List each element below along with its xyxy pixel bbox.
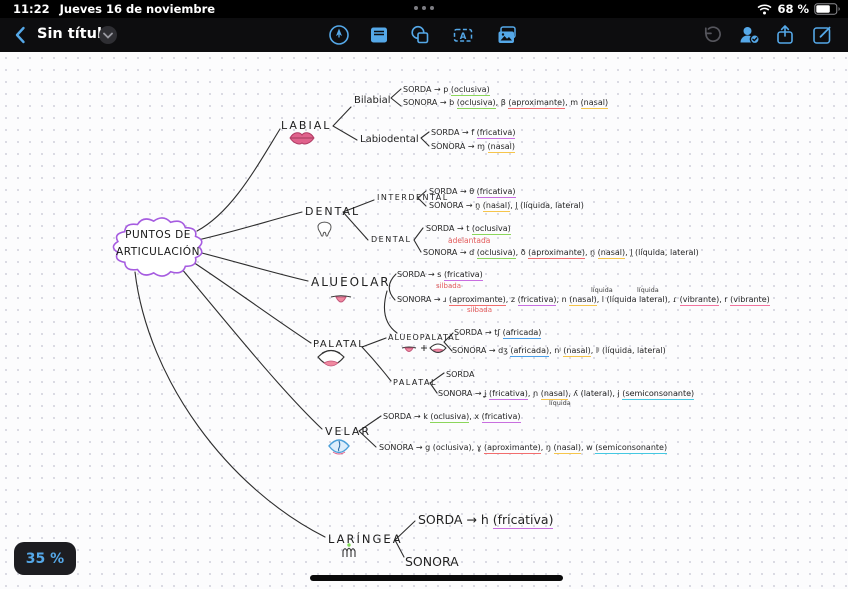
undo-icon[interactable] [699, 23, 723, 47]
photos-icon[interactable] [495, 23, 519, 47]
wifi-icon [757, 4, 772, 15]
shapes-icon[interactable] [408, 23, 432, 47]
multitask-dots-icon [414, 6, 434, 10]
nav-bar: Sin título A [0, 18, 848, 52]
date: Jueves 16 de noviembre [59, 2, 216, 16]
pen-tool-icon[interactable] [327, 23, 351, 47]
status-bar: 11:22 Jueves 16 de noviembre 68 % [0, 0, 848, 18]
zoom-level-badge[interactable]: 35 % [14, 542, 76, 575]
share-icon[interactable] [773, 23, 797, 47]
title-chevron-down-icon[interactable] [99, 26, 117, 44]
battery-icon [814, 3, 840, 15]
note-canvas[interactable] [0, 52, 848, 589]
battery-percent: 68 % [777, 2, 809, 16]
home-indicator[interactable] [310, 575, 563, 581]
svg-text:A: A [460, 32, 467, 42]
page-template-icon[interactable] [367, 23, 391, 47]
text-box-icon[interactable]: A [451, 23, 475, 47]
compose-icon[interactable] [810, 23, 834, 47]
collaborate-icon[interactable] [737, 23, 761, 47]
zoom-level-value: 35 % [25, 550, 65, 567]
back-icon[interactable] [10, 24, 32, 46]
clock: 11:22 [13, 2, 50, 16]
